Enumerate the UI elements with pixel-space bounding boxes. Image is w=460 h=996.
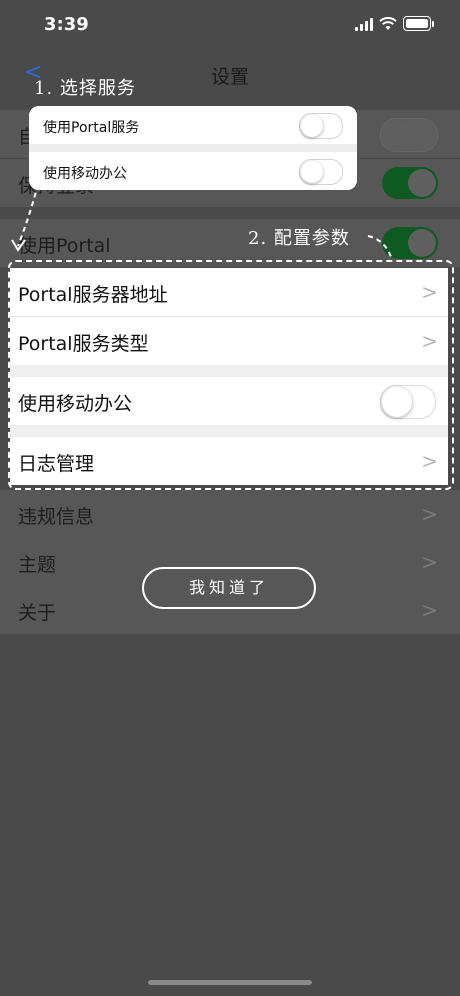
chevron-right-icon: > — [421, 598, 438, 622]
chevron-right-icon: > — [421, 550, 438, 574]
chevron-right-icon: > — [421, 502, 438, 526]
bg-row-label: 主题 — [18, 554, 57, 576]
highlight-dashed-border — [8, 260, 454, 490]
home-indicator[interactable] — [148, 980, 312, 985]
annotation-arrows — [11, 183, 393, 261]
got-it-button[interactable]: 我知道了 — [142, 567, 316, 609]
bg-row-label: 关于 — [18, 602, 57, 624]
bg-row-label: 违规信息 — [18, 506, 95, 528]
bg-row-violation: 违规信息 > — [0, 490, 460, 538]
